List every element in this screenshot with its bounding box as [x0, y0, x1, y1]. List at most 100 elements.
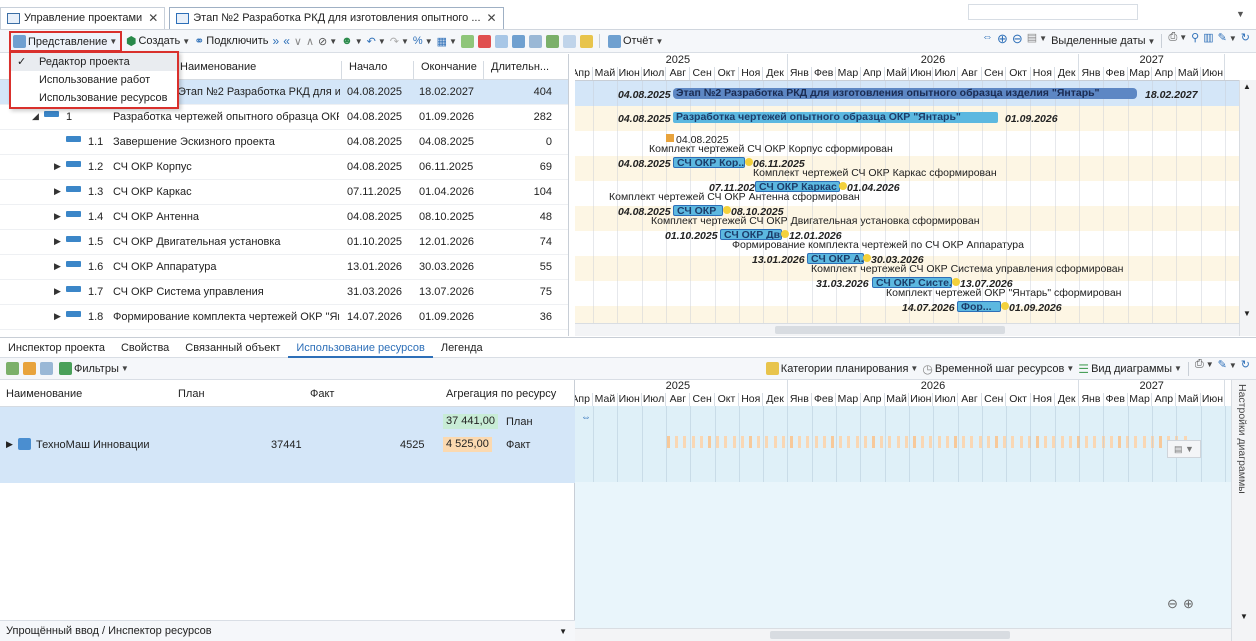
- task-bar[interactable]: СЧ ОКР Кор...: [673, 157, 745, 168]
- collapse-icon[interactable]: ◢: [32, 111, 39, 122]
- zoom-in-icon[interactable]: ⊕: [1183, 596, 1194, 612]
- table-row[interactable]: 1.1 Завершение Эскизного проекта 04.08.202…: [0, 130, 568, 155]
- chart-edit-icon[interactable]: [460, 34, 474, 48]
- col-name[interactable]: Наименование: [180, 61, 256, 73]
- milestone-icon[interactable]: [745, 158, 753, 166]
- scale-dropdown[interactable]: ▤ ▼: [1167, 440, 1201, 458]
- resource-icon[interactable]: [6, 362, 19, 375]
- pin-icon[interactable]: [579, 34, 593, 48]
- tab-stage-2[interactable]: Этап №2 Разработка РКД для изготовления …: [169, 6, 504, 29]
- view-menu-button[interactable]: Представление ▼: [9, 31, 122, 52]
- grid-icon[interactable]: [511, 34, 525, 48]
- indent-right-icon[interactable]: »: [271, 31, 282, 52]
- expand-icon[interactable]: ▶: [54, 186, 61, 197]
- resource-horizontal-scrollbar[interactable]: [575, 628, 1231, 641]
- col-aggregation[interactable]: Агрегация по ресурсу: [446, 388, 556, 400]
- stage-bar[interactable]: Этап №2 Разработка РКД для изготовления …: [673, 88, 1137, 99]
- expand-icon[interactable]: ▶: [54, 311, 61, 322]
- milestone-icon[interactable]: [781, 230, 789, 238]
- tab-search-field[interactable]: [968, 4, 1138, 20]
- resource-row[interactable]: ▶ ТехноМаш Инновации 37441 4525 37 441,0…: [0, 407, 575, 483]
- fit-icon[interactable]: ⇔: [980, 31, 995, 52]
- refresh-icon[interactable]: ↻: [1239, 358, 1252, 379]
- gantt-chart[interactable]: 202520262027 АпрМайИюнИюлАвгСенОктНояДек…: [575, 54, 1239, 336]
- expand-icon[interactable]: ▶: [54, 211, 61, 222]
- print-icon[interactable]: ⎙ ▼: [1166, 31, 1189, 52]
- zoom-in-icon[interactable]: ⊕: [995, 31, 1010, 52]
- connect-button[interactable]: ⚭ Подключить: [192, 31, 270, 52]
- milestone-icon[interactable]: [1001, 302, 1009, 310]
- planning-categories-dropdown[interactable]: Категории планирования ▼: [762, 358, 921, 379]
- baseline-icon[interactable]: [494, 34, 508, 48]
- report-button[interactable]: Отчёт ▼: [604, 31, 665, 52]
- percent-icon[interactable]: % ▼: [411, 31, 435, 52]
- table-row[interactable]: ▶ 1.5 СЧ ОКР Двигательная установка 01.10.2…: [0, 230, 568, 255]
- menu-item-work-usage[interactable]: Использование работ: [11, 71, 177, 89]
- expand-icon[interactable]: ▶: [6, 439, 13, 450]
- table-icon[interactable]: [528, 34, 542, 48]
- table-row[interactable]: ▶ 1.8 Формирование комплекта чертежей ОКР …: [0, 305, 568, 330]
- scroll-thumb[interactable]: [775, 326, 1005, 334]
- gantt-horizontal-scrollbar[interactable]: [575, 323, 1239, 336]
- expand-icon[interactable]: ▶: [54, 261, 61, 272]
- chevron-down-icon[interactable]: ▼: [559, 627, 567, 636]
- status-bar[interactable]: Упрощённый ввод / Инспектор ресурсов ▼: [0, 620, 575, 641]
- col-name[interactable]: Наименование: [6, 388, 82, 400]
- tab-linked-object[interactable]: Связанный объект: [177, 338, 288, 358]
- tab-project-management[interactable]: Управление проектами ✕: [0, 6, 166, 29]
- milestone-icon[interactable]: [952, 278, 960, 286]
- table-row[interactable]: ▶ 1.6 СЧ ОКР Аппаратура 13.01.2026 30.03.202…: [0, 255, 568, 280]
- print-icon[interactable]: ⎙ ▼: [1193, 358, 1216, 379]
- critical-path-icon[interactable]: [477, 34, 491, 48]
- task-bar[interactable]: Фор...: [957, 301, 1001, 312]
- flag-icon[interactable]: [666, 134, 674, 142]
- close-icon[interactable]: ✕: [487, 11, 497, 25]
- scroll-up-icon[interactable]: ▲: [1243, 82, 1251, 91]
- expand-icon[interactable]: ▶: [54, 161, 61, 172]
- search-tasks-icon[interactable]: [562, 34, 576, 48]
- col-fact[interactable]: Факт: [310, 388, 334, 400]
- scroll-thumb[interactable]: [770, 631, 1010, 639]
- filters-button[interactable]: Фильтры ▼: [55, 358, 131, 379]
- resources-icon[interactable]: ☻ ▼: [339, 31, 365, 52]
- summary-bar[interactable]: Разработка чертежей опытного образца ОКР…: [673, 112, 998, 123]
- settings-icon[interactable]: ✎ ▼: [1216, 358, 1239, 379]
- scroll-down-icon[interactable]: ▼: [1243, 309, 1251, 318]
- expand-icon[interactable]: ▶: [54, 286, 61, 297]
- menu-item-resource-usage[interactable]: Использование ресурсов: [11, 89, 177, 107]
- scale-icon[interactable]: ▤ ▼: [1025, 31, 1049, 52]
- menu-item-project-editor[interactable]: ✓ Редактор проекта: [11, 53, 177, 71]
- col-duration[interactable]: Длительн...: [491, 61, 549, 73]
- tab-resource-usage[interactable]: Использование ресурсов: [288, 338, 433, 358]
- columns-icon[interactable]: [40, 362, 53, 375]
- table-row[interactable]: ▶ 1.3 СЧ ОКР Каркас 07.11.2025 01.04.2026 104: [0, 180, 568, 205]
- link-tasks-icon[interactable]: ⊘ ▼: [316, 31, 339, 52]
- tab-properties[interactable]: Свойства: [113, 338, 177, 358]
- col-end[interactable]: Окончание: [421, 61, 477, 73]
- panel-icon[interactable]: ▥: [1201, 31, 1215, 52]
- search-icon[interactable]: ⚲: [1189, 31, 1201, 52]
- calendar-icon[interactable]: ▦ ▼: [435, 31, 459, 52]
- redo-icon[interactable]: ↷ ▼: [388, 31, 411, 52]
- table-row[interactable]: ▶ 1.2 СЧ ОКР Корпус 04.08.2025 06.11.2025 69: [0, 155, 568, 180]
- diagram-settings-panel[interactable]: Настройки диаграммы ▼: [1231, 380, 1256, 641]
- create-button[interactable]: ⬢ Создать ▼: [124, 31, 192, 52]
- indent-left-icon[interactable]: «: [281, 31, 292, 52]
- close-icon[interactable]: ✕: [148, 11, 158, 25]
- time-step-dropdown[interactable]: ◷ Временной шаг ресурсов ▼: [920, 358, 1076, 379]
- fit-icon[interactable]: ⇔: [581, 412, 591, 423]
- refresh-icon[interactable]: ↻: [1239, 31, 1252, 52]
- chart-view-dropdown[interactable]: ☰ Вид диаграммы ▼: [1076, 358, 1184, 379]
- pie-icon[interactable]: [23, 362, 36, 375]
- table-row[interactable]: ▶2Разработка ПМИ опытного образца ОКР "Я…: [0, 330, 568, 336]
- col-start[interactable]: Начало: [349, 61, 387, 73]
- move-up-icon[interactable]: ∧: [304, 31, 316, 52]
- scroll-down-icon[interactable]: ▼: [1240, 612, 1248, 621]
- table-row[interactable]: ▶ 1.7 СЧ ОКР Система управления 31.03.2026 1…: [0, 280, 568, 305]
- milestone-icon[interactable]: [723, 206, 731, 214]
- diagram-settings-label[interactable]: Настройки диаграммы: [1236, 384, 1248, 494]
- resource-usage-chart[interactable]: 202520262027 АпрМайИюнИюлАвгСенОктНояДек…: [575, 380, 1231, 633]
- move-down-icon[interactable]: ∨: [292, 31, 304, 52]
- zoom-out-icon[interactable]: ⊖: [1167, 596, 1178, 612]
- expand-icon[interactable]: ▶: [54, 236, 61, 247]
